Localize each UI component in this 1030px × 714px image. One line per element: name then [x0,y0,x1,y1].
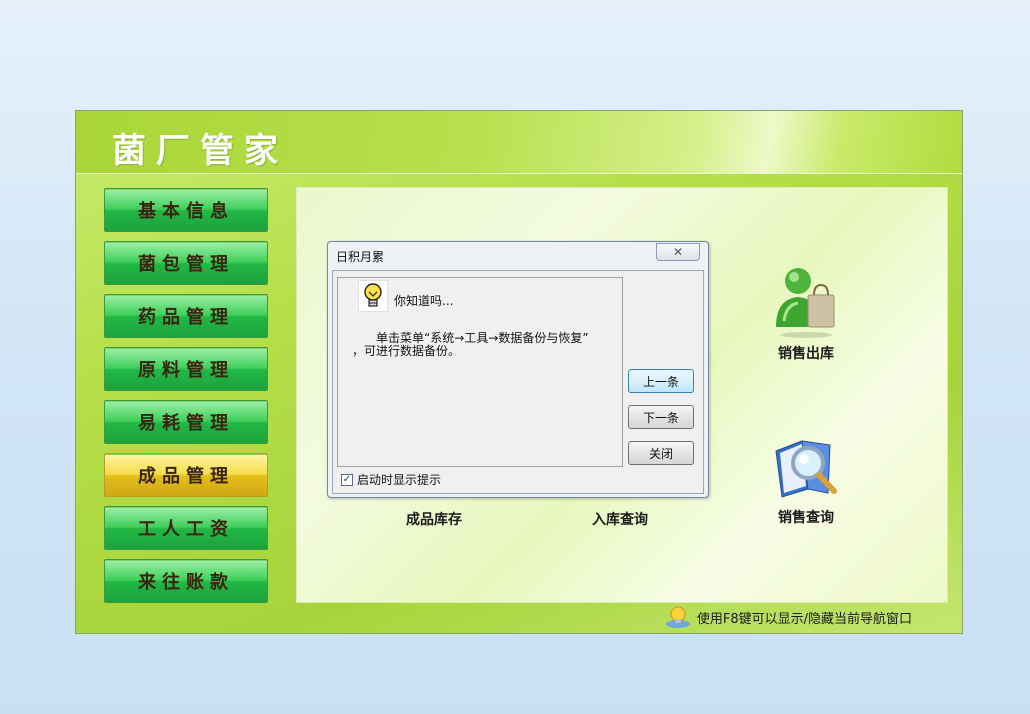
module-label-product-stock: 成品库存 [406,512,462,528]
module-inbound-query[interactable]: 入库查询 [570,509,670,529]
nav-item-basic-info[interactable]: 基本信息 [104,188,268,232]
show-on-startup-row[interactable]: ✓ 启动时显示提示 [341,471,441,488]
dialog-body: 你知道吗... 单击菜单“系统→工具→数据备份与恢复” ，可进行数据备份。 上一… [332,270,704,494]
module-sales-query[interactable]: 销售查询 [756,431,856,527]
tip-text: 单击菜单“系统→工具→数据备份与恢复” ，可进行数据备份。 [352,332,620,358]
show-on-startup-checkbox[interactable]: ✓ [341,473,353,486]
tip-dialog: 日积月累 ✕ 你知道吗... 单击菜单“系统→工具→数据备份与恢复” ，可进行数… [327,241,709,498]
status-bar: 使用F8键可以显示/隐藏当前导航窗口 [665,605,912,629]
dialog-titlebar: 日积月累 ✕ [328,242,708,268]
info-bulb-icon [665,606,690,628]
nav-item-consumable-management[interactable]: 易耗管理 [104,400,268,444]
module-product-stock[interactable]: 成品库存 [384,509,484,529]
show-on-startup-label: 启动时显示提示 [357,473,442,487]
close-icon: ✕ [672,245,684,259]
module-label-sales-query: 销售查询 [778,510,834,526]
close-dialog-button[interactable]: 关闭 [628,441,694,465]
nav-item-accounts[interactable]: 来往账款 [104,559,268,603]
status-text: 使用F8键可以显示/隐藏当前导航窗口 [696,611,912,627]
tip-box: 你知道吗... 单击菜单“系统→工具→数据备份与恢复” ，可进行数据备份。 [337,277,623,467]
nav-item-medicine-management[interactable]: 药品管理 [104,294,268,338]
nav-item-material-management[interactable]: 原料管理 [104,347,268,391]
dialog-title: 日积月累 [336,250,385,264]
tip-heading: 你知道吗... [394,294,454,308]
tip-line-2: ，可进行数据备份。 [352,344,461,358]
nav-item-bag-management[interactable]: 菌包管理 [104,241,268,285]
lightbulb-icon [358,280,388,312]
user-shopping-bag-icon [776,268,835,338]
app-header: 菌厂管家 [76,111,962,174]
nav-item-worker-wages[interactable]: 工人工资 [104,506,268,550]
nav-item-product-management[interactable]: 成品管理 [104,453,268,497]
module-sales-out[interactable]: 销售出库 [756,261,856,363]
app-title: 菌厂管家 [112,131,288,171]
dialog-close-button[interactable]: ✕ [656,243,700,261]
next-tip-button[interactable]: 下一条 [628,405,694,429]
prev-tip-button[interactable]: 上一条 [628,369,694,393]
magnifier-book-icon [775,440,837,498]
module-label-sales-out: 销售出库 [778,346,834,362]
module-label-inbound-query: 入库查询 [592,512,648,528]
